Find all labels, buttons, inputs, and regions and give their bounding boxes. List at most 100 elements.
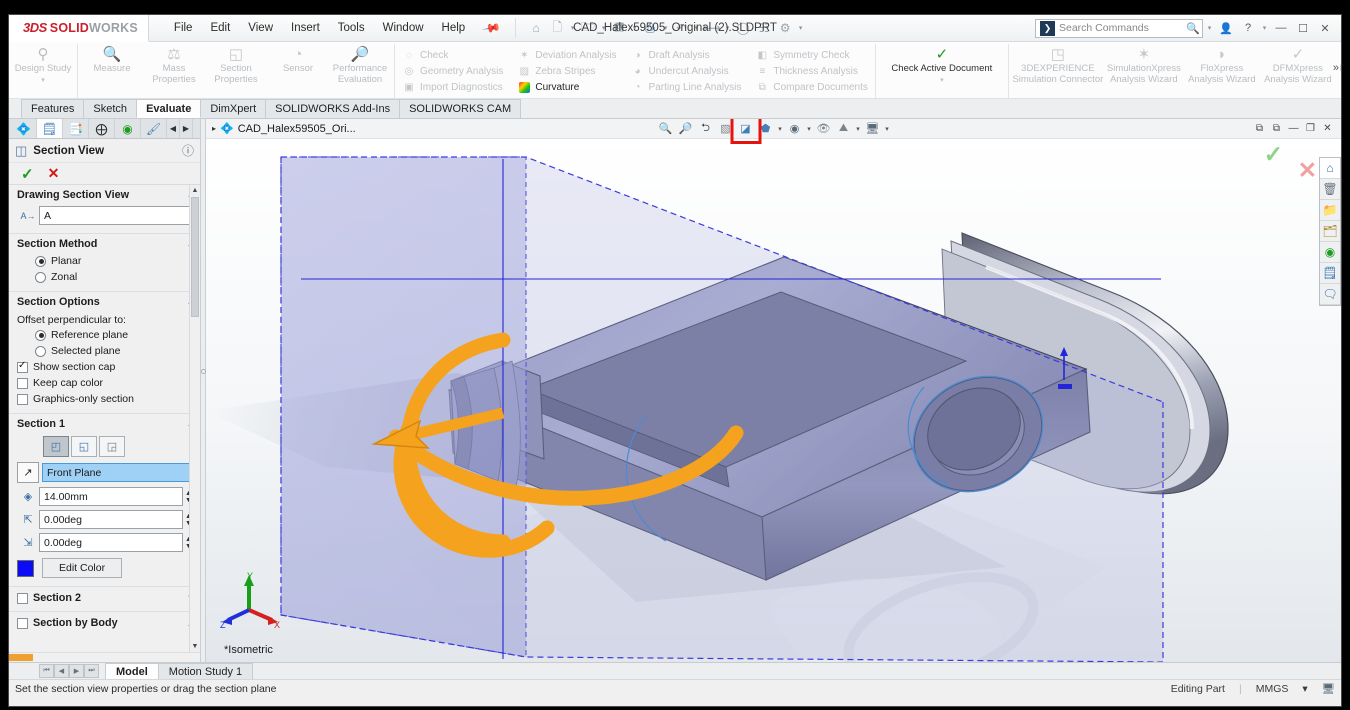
- section-view-active-icon[interactable]: ◪: [736, 120, 755, 138]
- radio-zonal[interactable]: Zonal: [9, 269, 200, 285]
- splitter-handle[interactable]: [200, 369, 206, 374]
- top-plane-button[interactable]: ◱: [71, 436, 97, 457]
- maximize-button[interactable]: ☐: [1293, 18, 1313, 38]
- previous-tab-button[interactable]: ◀: [54, 664, 69, 678]
- panel-scroll-left[interactable]: ◀: [167, 119, 180, 138]
- model-3d-scene[interactable]: [206, 137, 1341, 662]
- open-document-icon[interactable]: 🗁: [578, 18, 598, 38]
- radio-zonal-button[interactable]: [35, 271, 46, 283]
- radio-reference-plane-button[interactable]: [35, 329, 46, 341]
- select-caret[interactable]: ▾: [723, 24, 732, 32]
- menu-edit[interactable]: Edit: [201, 19, 239, 37]
- new-document-icon[interactable]: 🗋: [547, 18, 567, 38]
- ribbon-draft-analysis-button[interactable]: ◑ Draft Analysis: [627, 47, 746, 63]
- custom-properties-icon[interactable]: 🗒: [1320, 263, 1340, 284]
- design-library-icon[interactable]: 🗂: [1320, 221, 1340, 242]
- confirm-corner-ok-button[interactable]: ✓: [1264, 141, 1283, 168]
- ribbon-measure-button[interactable]: 🔍 Measure: [81, 44, 143, 97]
- property-manager-horizontal-scrollbar[interactable]: [9, 652, 200, 662]
- design-study-dropdown-caret[interactable]: ▾: [41, 76, 45, 84]
- edit-color-button[interactable]: Edit Color: [42, 558, 123, 578]
- tab-model[interactable]: Model: [105, 663, 159, 679]
- display-style-icon[interactable]: ◉: [785, 120, 804, 138]
- section-by-body-checkbox[interactable]: [17, 617, 28, 629]
- checkbox-graphics-only-section[interactable]: Graphics-only section: [9, 391, 200, 407]
- panel-scroll-right[interactable]: ▶: [180, 119, 193, 138]
- ribbon-3dexperience-simulation-connector-button[interactable]: ◳ 3DEXPERIENCE Simulation Connector: [1012, 44, 1104, 97]
- print-icon[interactable]: ⎙: [640, 18, 660, 38]
- rebuild-icon[interactable]: ◯: [733, 18, 753, 38]
- hide-show-items-icon[interactable]: 👁: [814, 120, 833, 138]
- undo-caret[interactable]: ▾: [692, 24, 701, 32]
- view-settings-icon[interactable]: 🖥: [863, 120, 882, 138]
- search-commands-box[interactable]: ❯ Search Commands 🔍: [1035, 18, 1203, 38]
- open-document-caret[interactable]: ▾: [599, 24, 608, 32]
- magnifier-icon[interactable]: 🔍: [1186, 22, 1202, 35]
- flyout-feature-tree[interactable]: ▸ 💠 CAD_Halex59505_Ori...: [206, 122, 356, 136]
- view-settings-caret[interactable]: ▾: [883, 125, 891, 133]
- ribbon-mass-properties-button[interactable]: ⚖ Mass Properties: [143, 44, 205, 97]
- appearances-tab[interactable]: 🖌: [141, 119, 167, 138]
- apply-scene-caret[interactable]: ▾: [854, 125, 862, 133]
- radio-reference-plane[interactable]: Reference plane: [9, 327, 200, 343]
- property-manager-vertical-scrollbar[interactable]: ▲ ▼: [189, 185, 200, 652]
- ribbon-curvature-button[interactable]: Curvature: [513, 79, 620, 95]
- ribbon-design-study-button[interactable]: ⚲ Design Study ▾: [12, 44, 74, 97]
- section-label-input[interactable]: A: [39, 206, 194, 225]
- new-document-caret[interactable]: ▾: [568, 24, 577, 32]
- settings-caret[interactable]: ▾: [796, 24, 805, 32]
- search-dropdown-caret[interactable]: ▾: [1205, 24, 1214, 32]
- ribbon-sensor-button[interactable]: ◔ Sensor: [267, 44, 329, 97]
- tab-evaluate[interactable]: Evaluate: [136, 99, 202, 118]
- ribbon-floxpress-button[interactable]: ◗ FloXpress Analysis Wizard: [1184, 44, 1260, 97]
- home-icon[interactable]: ⌂: [526, 18, 546, 38]
- show-section-cap-checkbox[interactable]: [17, 360, 28, 373]
- trash-icon[interactable]: 🗑: [1320, 179, 1340, 200]
- ribbon-expand-chevron[interactable]: »: [1333, 62, 1339, 74]
- search-input[interactable]: Search Commands: [1059, 22, 1149, 34]
- select-cursor-icon[interactable]: ⟼: [702, 18, 722, 38]
- graphics-only-section-checkbox[interactable]: [17, 393, 28, 405]
- configuration-manager-tab[interactable]: 📑: [63, 119, 89, 138]
- ribbon-deviation-analysis-button[interactable]: ✶ Deviation Analysis: [513, 47, 620, 63]
- minimize-button[interactable]: —: [1271, 18, 1291, 38]
- keep-cap-color-checkbox[interactable]: [17, 377, 28, 389]
- view-orientation-caret[interactable]: ▾: [776, 125, 784, 133]
- radio-planar[interactable]: Planar: [9, 253, 200, 269]
- close-button[interactable]: ✕: [1315, 18, 1335, 38]
- offset-distance-input[interactable]: 14.00mm: [39, 487, 183, 506]
- confirm-corner-cancel-button[interactable]: ✕: [1298, 157, 1317, 184]
- ribbon-symmetry-check-button[interactable]: ◧ Symmetry Check: [751, 47, 871, 63]
- save-caret[interactable]: ▾: [630, 24, 639, 32]
- display-style-caret[interactable]: ▾: [805, 125, 813, 133]
- scroll-down-arrow[interactable]: ▼: [190, 641, 200, 652]
- restore-right-icon[interactable]: ⧉: [1269, 123, 1284, 134]
- units-caret[interactable]: ▾: [1302, 683, 1307, 695]
- tree-expand-caret[interactable]: ▸: [212, 124, 216, 133]
- ribbon-import-diagnostics-button[interactable]: ▣ Import Diagnostics: [398, 79, 507, 95]
- help-circle-icon[interactable]: ⓘ: [182, 142, 194, 159]
- ribbon-compare-documents-button[interactable]: ⧉ Compare Documents: [751, 79, 871, 95]
- ribbon-section-properties-button[interactable]: ◱ Section Properties: [205, 44, 267, 97]
- rotate-x-input[interactable]: 0.00deg: [39, 510, 183, 529]
- horizontal-scroll-thumb[interactable]: [9, 654, 33, 661]
- menu-help[interactable]: Help: [433, 19, 475, 37]
- zoom-to-area-icon[interactable]: 🔎: [676, 120, 695, 138]
- ribbon-parting-line-analysis-button[interactable]: ◔ Parting Line Analysis: [627, 79, 746, 95]
- reference-plane-input[interactable]: Front Plane: [42, 463, 194, 482]
- doc-minimize-button[interactable]: —: [1286, 123, 1301, 134]
- tab-features[interactable]: Features: [21, 99, 85, 118]
- restore-left-icon[interactable]: ⧉: [1252, 123, 1267, 134]
- appearances-scenes-icon[interactable]: ◉: [1320, 242, 1340, 263]
- ribbon-performance-evaluation-button[interactable]: 🔎 Performance Evaluation: [329, 44, 391, 97]
- scroll-up-arrow[interactable]: ▲: [190, 185, 200, 196]
- options-list-icon[interactable]: ☷: [754, 18, 774, 38]
- ribbon-simulationxpress-button[interactable]: ✶ SimulationXpress Analysis Wizard: [1104, 44, 1184, 97]
- radio-selected-plane-button[interactable]: [35, 345, 46, 357]
- solidworks-logo[interactable]: 3DS SOLIDWORKS: [9, 15, 149, 42]
- doc-close-button[interactable]: ✕: [1320, 123, 1335, 134]
- ribbon-geometry-analysis-button[interactable]: ◎ Geometry Analysis: [398, 63, 507, 79]
- help-dropdown-caret[interactable]: ▾: [1260, 24, 1269, 32]
- previous-view-icon[interactable]: ⮌: [696, 120, 715, 138]
- units-status[interactable]: MMGS: [1256, 683, 1289, 695]
